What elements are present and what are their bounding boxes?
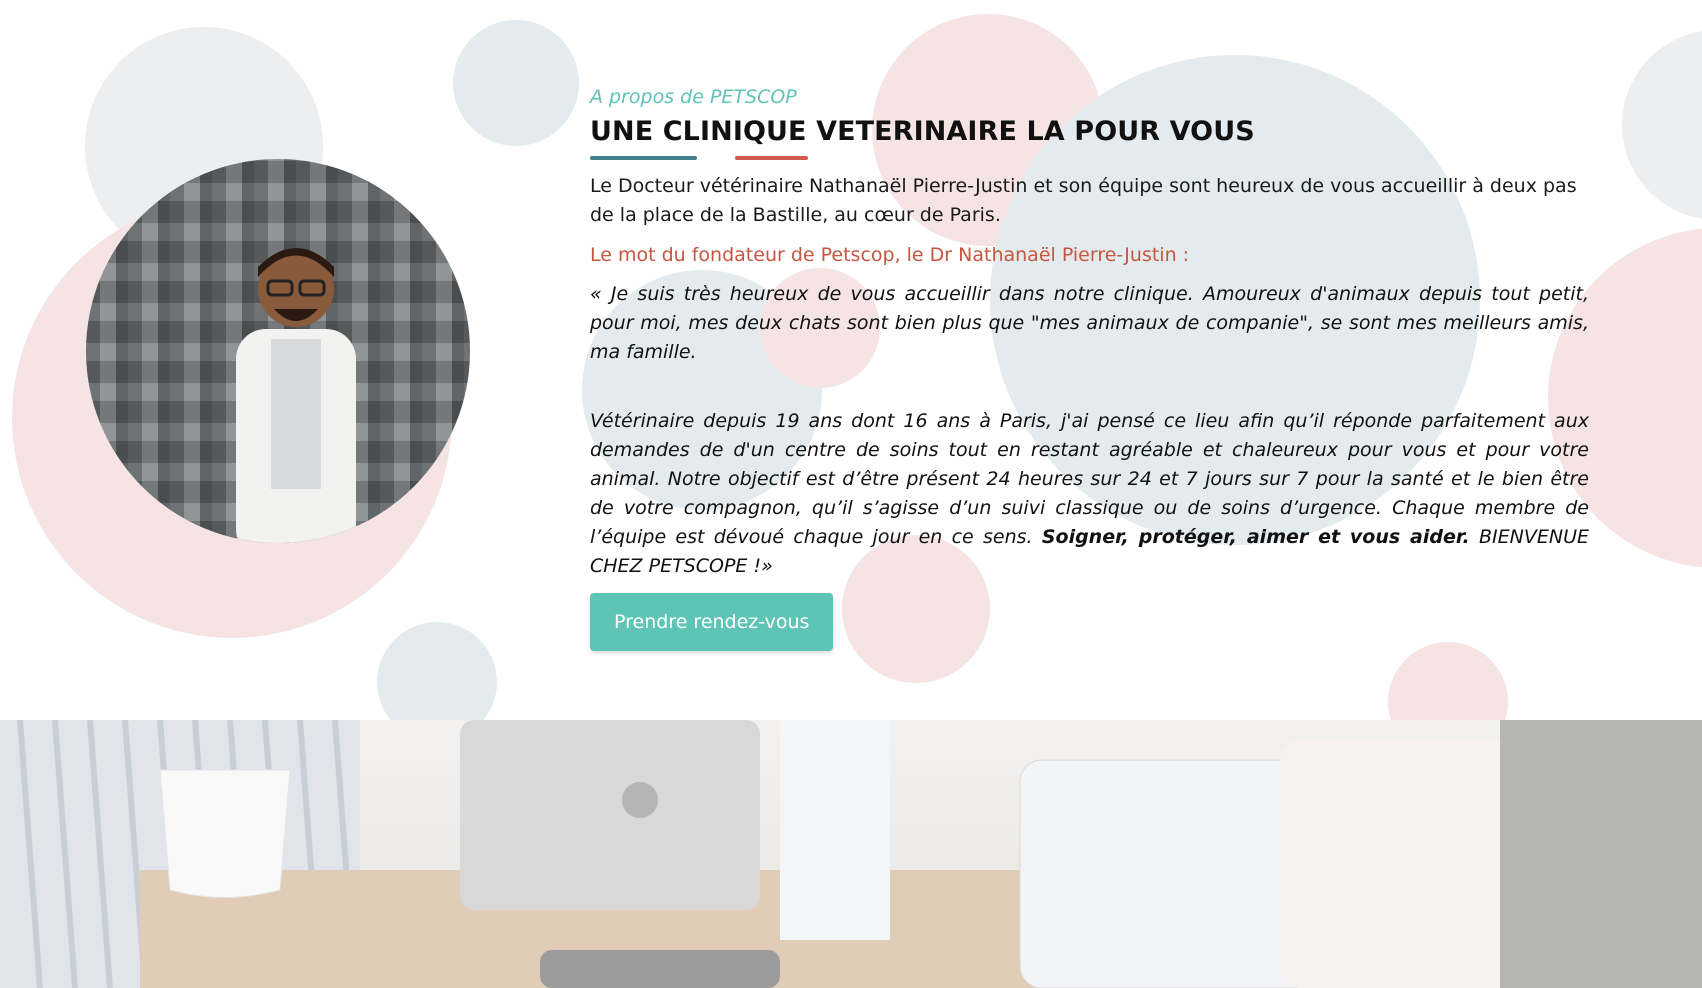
quote-paragraph-1: « Je suis très heureux de vous accueilli…	[590, 283, 1589, 363]
about-section: A propos de PETSCOP UNE CLINIQUE VETERIN…	[0, 0, 1702, 720]
quote-paragraph-2: Vétérinaire depuis 19 ans dont 16 ans à …	[590, 407, 1589, 581]
decor-bubble	[1388, 642, 1508, 720]
decor-bubble	[1622, 30, 1702, 220]
intro-paragraph: Le Docteur vétérinaire Nathanaël Pierre-…	[590, 175, 1577, 226]
founder-portrait	[86, 159, 470, 543]
founder-figure-icon	[236, 248, 356, 543]
founder-heading: Le mot du fondateur de Petscop, le Dr Na…	[590, 244, 1190, 266]
section-eyebrow: A propos de PETSCOP	[590, 86, 797, 108]
section-title: UNE CLINIQUE VETERINAIRE LA POUR VOUS	[590, 116, 1255, 147]
decor-bubble	[453, 20, 579, 146]
quote-bold-motto: Soigner, protéger, aimer et vous aider.	[1041, 526, 1470, 548]
book-appointment-button[interactable]: Prendre rendez-vous	[590, 593, 834, 651]
about-content: A propos de PETSCOP UNE CLINIQUE VETERIN…	[590, 86, 1589, 651]
workspace-banner-image	[0, 720, 1702, 988]
decor-bubble	[377, 622, 497, 720]
title-underline	[590, 156, 1589, 160]
underline-bar-red	[735, 156, 808, 160]
underline-bar-blue	[590, 156, 697, 160]
